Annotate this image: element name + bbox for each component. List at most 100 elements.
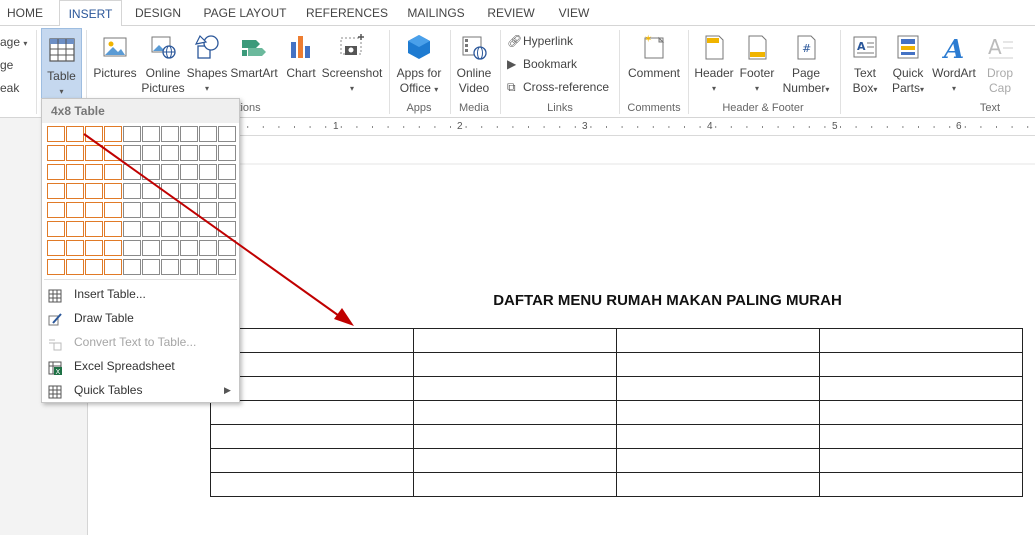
table-grid-cell[interactable]	[199, 202, 217, 218]
tab-home[interactable]: HOME	[0, 0, 50, 26]
table-grid-cell[interactable]	[161, 164, 179, 180]
table-grid-cell[interactable]	[104, 240, 122, 256]
online-pictures-button[interactable]: Online Pictures	[140, 26, 186, 96]
table-grid-cell[interactable]	[161, 202, 179, 218]
bookmark-button[interactable]: ▶ Bookmark	[507, 56, 577, 72]
table-grid-cell[interactable]	[85, 145, 103, 161]
table-cell[interactable]	[210, 448, 414, 473]
table-grid-cell[interactable]	[199, 221, 217, 237]
table-grid-cell[interactable]	[180, 221, 198, 237]
table-cell[interactable]	[413, 376, 617, 401]
table-grid-cell[interactable]	[123, 221, 141, 237]
table-cell[interactable]	[210, 328, 414, 353]
table-cell[interactable]	[210, 424, 414, 449]
table-grid-cell[interactable]	[104, 259, 122, 275]
header-button[interactable]: Header ▾	[692, 26, 736, 96]
table-grid-cell[interactable]	[123, 202, 141, 218]
table-cell[interactable]	[210, 352, 414, 377]
table-grid-cell[interactable]	[104, 221, 122, 237]
table-cell[interactable]	[616, 400, 820, 425]
table-grid-cell[interactable]	[66, 126, 84, 142]
online-video-button[interactable]: Online Video	[452, 26, 496, 96]
excel-spreadsheet-item[interactable]: X Excel Spreadsheet	[42, 354, 239, 378]
table-grid-cell[interactable]	[47, 221, 65, 237]
table-grid-cell[interactable]	[66, 202, 84, 218]
table-grid-cell[interactable]	[199, 183, 217, 199]
tab-mailings[interactable]: MAILINGS	[400, 0, 472, 26]
tab-references[interactable]: REFERENCES	[302, 0, 392, 26]
table-grid-cell[interactable]	[142, 126, 160, 142]
table-cell[interactable]	[819, 448, 1023, 473]
table-grid-cell[interactable]	[47, 240, 65, 256]
table-cell[interactable]	[819, 352, 1023, 377]
table-grid-cell[interactable]	[66, 259, 84, 275]
table-grid-cell[interactable]	[85, 221, 103, 237]
blank-page-partial[interactable]: ge	[0, 57, 13, 73]
table-grid-cell[interactable]	[218, 126, 236, 142]
table-grid-cell[interactable]	[123, 164, 141, 180]
table-grid-cell[interactable]	[142, 145, 160, 161]
smartart-button[interactable]: SmartArt	[228, 26, 280, 81]
table-cell[interactable]	[413, 424, 617, 449]
table-grid-cell[interactable]	[66, 145, 84, 161]
draw-table-item[interactable]: Draw Table	[42, 306, 239, 330]
table-grid-cell[interactable]	[66, 183, 84, 199]
table-grid-cell[interactable]	[180, 164, 198, 180]
table-grid-cell[interactable]	[180, 183, 198, 199]
table-cell[interactable]	[413, 400, 617, 425]
table-cell[interactable]	[210, 376, 414, 401]
table-button[interactable]: Table ▾	[41, 28, 82, 100]
table-grid-cell[interactable]	[180, 126, 198, 142]
table-cell[interactable]	[819, 376, 1023, 401]
table-grid-cell[interactable]	[142, 259, 160, 275]
table-grid-cell[interactable]	[47, 183, 65, 199]
table-grid-cell[interactable]	[104, 164, 122, 180]
table-cell[interactable]	[819, 400, 1023, 425]
table-grid-cell[interactable]	[85, 202, 103, 218]
table-grid-cell[interactable]	[161, 259, 179, 275]
document-table[interactable]	[210, 328, 1023, 497]
table-cell[interactable]	[819, 472, 1023, 497]
table-grid-cell[interactable]	[218, 240, 236, 256]
table-grid-cell[interactable]	[142, 240, 160, 256]
table-grid-cell[interactable]	[47, 259, 65, 275]
table-grid-cell[interactable]	[85, 164, 103, 180]
table-grid-cell[interactable]	[104, 183, 122, 199]
table-grid-cell[interactable]	[218, 202, 236, 218]
table-grid-cell[interactable]	[180, 240, 198, 256]
table-grid-cell[interactable]	[85, 183, 103, 199]
table-cell[interactable]	[413, 448, 617, 473]
table-grid-cell[interactable]	[123, 259, 141, 275]
table-grid-cell[interactable]	[104, 145, 122, 161]
table-grid-cell[interactable]	[123, 183, 141, 199]
tab-review[interactable]: REVIEW	[482, 0, 540, 26]
table-grid-cell[interactable]	[199, 259, 217, 275]
table-grid-cell[interactable]	[161, 240, 179, 256]
shapes-button[interactable]: Shapes ▾	[186, 26, 228, 96]
table-cell[interactable]	[616, 328, 820, 353]
table-grid-cell[interactable]	[47, 126, 65, 142]
comment-button[interactable]: ✶ Comment	[624, 26, 684, 81]
table-grid-cell[interactable]	[199, 240, 217, 256]
footer-button[interactable]: Footer ▾	[736, 26, 778, 96]
table-grid-cell[interactable]	[180, 202, 198, 218]
page-number-button[interactable]: # Page Number▾	[778, 26, 834, 97]
table-grid-cell[interactable]	[161, 221, 179, 237]
tab-design[interactable]: DESIGN	[128, 0, 188, 26]
tab-page-layout[interactable]: PAGE LAYOUT	[196, 0, 294, 26]
table-grid-cell[interactable]	[218, 259, 236, 275]
table-cell[interactable]	[413, 328, 617, 353]
text-box-button[interactable]: A Text Box▾	[844, 26, 886, 97]
table-cell[interactable]	[616, 424, 820, 449]
page-break-partial-2[interactable]: eak	[0, 80, 19, 96]
tab-insert[interactable]: INSERT	[59, 0, 122, 27]
table-grid-cell[interactable]	[85, 259, 103, 275]
table-grid-cell[interactable]	[199, 145, 217, 161]
table-cell[interactable]	[413, 352, 617, 377]
table-grid-cell[interactable]	[47, 202, 65, 218]
cross-reference-button[interactable]: ⧉ Cross-reference	[507, 79, 609, 95]
table-cell[interactable]	[616, 448, 820, 473]
document-title[interactable]: DAFTAR MENU RUMAH MAKAN PALING MURAH	[380, 292, 955, 309]
table-grid-cell[interactable]	[218, 183, 236, 199]
table-cell[interactable]	[210, 400, 414, 425]
